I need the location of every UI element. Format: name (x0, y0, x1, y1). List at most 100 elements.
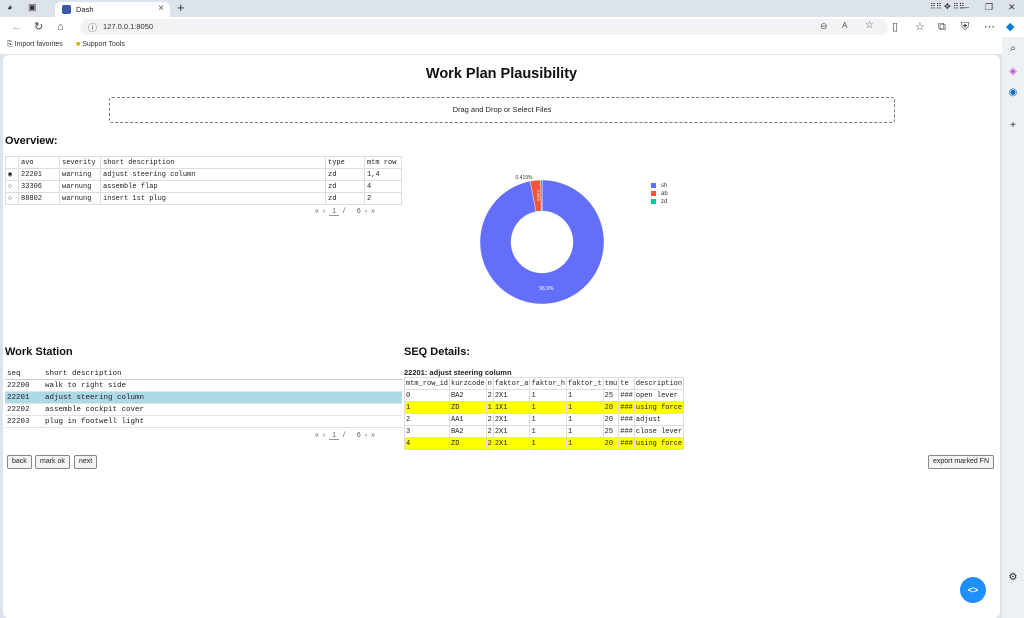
zoom-icon[interactable]: ⊖ (820, 21, 828, 32)
kurzcode-cell: ZD (449, 401, 487, 414)
support-tools-folder[interactable]: ■ Support Tools (76, 41, 125, 48)
legend-item-sh[interactable]: sh (651, 183, 668, 191)
last-page-button[interactable]: » (371, 432, 375, 439)
table-row[interactable]: 22200 walk to right side (5, 379, 402, 392)
legend-swatch (651, 183, 656, 188)
import-favorites-link[interactable]: ⎘ Import favorites (7, 41, 63, 49)
search-sidebar-icon[interactable]: ⌕ (1007, 43, 1019, 55)
dash-debug-code-icon[interactable]: <> (960, 577, 986, 603)
table-row[interactable]: 22203 plug in footwell light (5, 415, 402, 428)
table-row[interactable]: ◉ 22201 warning adjust steering column z… (5, 168, 402, 181)
home-icon[interactable]: ⌂ (57, 20, 64, 34)
copilot-icon[interactable]: ◆ (1006, 20, 1014, 34)
tab-dash[interactable]: Dash × (55, 2, 170, 17)
table-row[interactable]: 0 BA2 2 2X1 1 1 25 ### open lever (403, 389, 685, 402)
seq-cell: 22203 (5, 415, 43, 428)
table-row[interactable]: 22202 assemble cockpit cover (5, 403, 402, 416)
row-radio[interactable]: ◉ (5, 168, 19, 181)
collections-icon[interactable]: ⧉ (938, 20, 946, 34)
column-header: te (618, 377, 635, 390)
description-cell: insert 1st plug (100, 192, 326, 205)
severity-cell: warning (59, 168, 101, 181)
column-header: description (633, 377, 685, 390)
table-row-highlighted[interactable]: 4 ZD 2 2X1 1 1 20 ### using force (403, 437, 685, 450)
favorites-icon[interactable]: ☆ (915, 20, 925, 34)
column-header: seq (5, 368, 43, 380)
faktor-a-cell: 2X1 (492, 437, 531, 450)
read-aloud-icon[interactable]: A (842, 21, 847, 30)
page-number-input[interactable]: 1 (329, 432, 340, 440)
file-upload-dropzone[interactable]: Drag and Drop or Select Files (109, 97, 895, 123)
copilot-sidebar-icon[interactable]: ◈ (1007, 66, 1019, 78)
radio-column-header (5, 156, 19, 169)
legend-label: zd (661, 199, 668, 206)
prev-page-button[interactable]: ‹ (323, 208, 325, 215)
work-station-header-row: seq short description (5, 368, 402, 380)
faktor-a-cell: 2X1 (492, 413, 531, 426)
browser-essentials-icon[interactable]: ⛨ (961, 20, 969, 34)
faktor-t-cell: 1 (566, 401, 604, 414)
page-number-input[interactable]: 1 (329, 208, 340, 216)
settings-gear-icon[interactable]: ⚙ (1007, 572, 1019, 584)
table-row-selected[interactable]: 22201 adjust steering column (5, 391, 402, 404)
row-radio[interactable]: ○ (5, 192, 19, 205)
next-page-button[interactable]: › (365, 432, 367, 439)
address-bar[interactable]: ⓘ 127.0.0.1:8050 ⊖ A ☆ (80, 19, 888, 35)
split-screen-icon[interactable]: ▯ (892, 20, 898, 34)
faktor-h-cell: 1 (529, 389, 568, 402)
n-cell: 2 (485, 437, 494, 450)
browser-toolbar: ← ↻ ⌂ ⓘ 127.0.0.1:8050 ⊖ A ☆ ▯ ☆ ⧉ ⛨ ⋯ ◆ (0, 17, 1024, 37)
row-radio[interactable]: ○ (5, 180, 19, 193)
add-sidebar-icon[interactable]: + (1007, 120, 1019, 132)
minimize-icon[interactable]: — (960, 2, 969, 12)
first-page-button[interactable]: « (315, 208, 319, 215)
tab-bar: ◕ ▣ Dash × + ⠿⠿ ✥ ⠿⠿ — ❐ ✕ (0, 0, 1024, 17)
mtm-row-cell: 2 (364, 192, 402, 205)
restore-icon[interactable]: ❐ (985, 2, 993, 13)
overview-pagination: « ‹ 1 / 6 › » (315, 208, 377, 216)
more-menu-icon[interactable]: ⋯ (984, 20, 995, 34)
mark-ok-button[interactable]: mark ok (35, 455, 70, 469)
description-cell: using force (633, 437, 685, 450)
new-tab-icon[interactable]: + (177, 0, 185, 15)
table-row-highlighted[interactable]: 1 ZD 1 1X1 1 1 20 ### using force (403, 401, 685, 414)
prev-page-button[interactable]: ‹ (323, 432, 325, 439)
next-page-button[interactable]: › (365, 208, 367, 215)
seq-cell: 22201 (5, 391, 43, 404)
table-row[interactable]: ○ 33306 warnung assemble flap zd 4 (5, 180, 402, 193)
next-button[interactable]: next (74, 455, 98, 469)
back-button[interactable]: back (7, 455, 32, 469)
tmu-cell: 25 (602, 389, 620, 402)
export-marked-fn-button[interactable]: export marked FN (928, 455, 995, 469)
column-header: mtm_row_id (403, 377, 451, 390)
faktor-h-cell: 1 (529, 401, 568, 414)
table-row[interactable]: ○ 88802 warnung insert 1st plug zd 2 (5, 192, 402, 205)
profile-icon[interactable]: ◕ (7, 2, 12, 12)
close-tab-icon[interactable]: × (158, 3, 164, 14)
favorite-star-icon[interactable]: ☆ (865, 20, 874, 31)
outlook-icon[interactable]: ◉ (1007, 87, 1019, 99)
column-header: kurzcode (449, 377, 487, 390)
info-icon[interactable]: ⓘ (88, 21, 97, 34)
legend-item-ab[interactable]: ab (651, 191, 668, 199)
n-cell: 1 (485, 401, 494, 414)
donut-chart: 96.9% 2.68% 0.419% (479, 175, 605, 305)
faktor-h-cell: 1 (529, 437, 568, 450)
first-page-button[interactable]: « (315, 432, 319, 439)
column-header: type (325, 156, 365, 169)
table-row[interactable]: 3 BA2 2 2X1 1 1 25 ### close lever (403, 425, 685, 438)
refresh-icon[interactable]: ↻ (34, 20, 43, 34)
mtm-row-id-cell: 1 (403, 401, 451, 414)
tab-title: Dash (76, 5, 94, 14)
legend-item-zd[interactable]: zd (651, 199, 668, 207)
faktor-a-cell: 2X1 (492, 425, 531, 438)
workspaces-icon[interactable]: ▣ (28, 2, 37, 13)
back-icon[interactable]: ← (11, 20, 22, 34)
close-window-icon[interactable]: ✕ (1008, 2, 1016, 13)
table-row[interactable]: 2 AA1 2 2X1 1 1 20 ### adjust (403, 413, 685, 426)
slice-label-ab: 2.68% (536, 190, 541, 202)
chart-legend: sh ab zd (651, 183, 668, 207)
faktor-a-cell: 1X1 (492, 401, 531, 414)
page-total: 6 (356, 208, 361, 215)
last-page-button[interactable]: » (371, 208, 375, 215)
